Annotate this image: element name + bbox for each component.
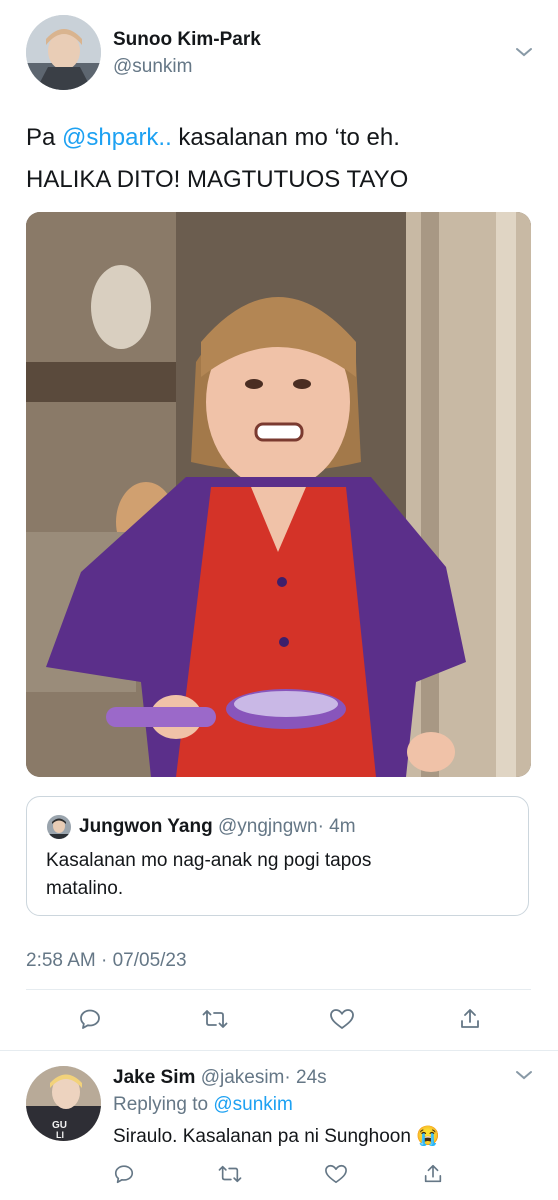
- mention-link[interactable]: @shpark..: [62, 124, 172, 151]
- tweet-text-line-2: HALIKA DITO! MAGTUTUOS TAYO: [26, 166, 409, 193]
- reply-retweet-button[interactable]: [214, 1158, 246, 1190]
- reply-author-name[interactable]: Jake Sim: [113, 1067, 195, 1088]
- author-name[interactable]: Sunoo Kim-Park: [113, 29, 261, 51]
- reply-author-line: Jake Sim @jakesim· 24s: [113, 1067, 327, 1089]
- reply-like-button[interactable]: [320, 1158, 352, 1190]
- reply-icon: [78, 1007, 102, 1031]
- svg-text:LI: LI: [56, 1130, 64, 1140]
- heart-icon: [329, 1007, 355, 1031]
- reply-time: · 24s: [284, 1067, 327, 1088]
- quoted-text: Kasalanan mo nag-anak ng pogi tapos mata…: [46, 847, 516, 903]
- reply-reply-button[interactable]: [108, 1158, 140, 1190]
- crying-emoji: 😭: [416, 1126, 440, 1147]
- quoted-author-name[interactable]: Jungwon Yang: [79, 816, 213, 837]
- author-handle[interactable]: @sunkim: [113, 56, 192, 78]
- reply-text-body: Siraulo. Kasalanan pa ni Sunghoon: [113, 1126, 411, 1147]
- quoted-text-line-1: Kasalanan mo nag-anak ng pogi tapos: [46, 850, 372, 871]
- share-icon: [422, 1163, 444, 1185]
- quoted-author-handle[interactable]: @yngjngwn: [218, 816, 318, 837]
- tweet-text: Pa @shpark.. kasalanan mo ‘to eh. HALIKA…: [26, 117, 536, 201]
- reply-chevron-down-icon[interactable]: [514, 1068, 534, 1082]
- chevron-down-icon[interactable]: [514, 45, 534, 59]
- replying-to-label: Replying to: [113, 1094, 209, 1115]
- reply-button[interactable]: [74, 1003, 106, 1035]
- quoted-author-line: Jungwon Yang @yngjngwn· 4m: [79, 816, 356, 838]
- tweet-timestamp[interactable]: 2:58 AM · 07/05/23: [26, 950, 187, 972]
- share-button[interactable]: [454, 1003, 486, 1035]
- reply-share-button[interactable]: [417, 1158, 449, 1190]
- replying-to-link[interactable]: @sunkim: [213, 1094, 292, 1115]
- retweet-button[interactable]: [199, 1003, 231, 1035]
- share-icon: [458, 1007, 482, 1031]
- tweet-media-image[interactable]: [26, 212, 531, 777]
- quoted-text-line-2: matalino.: [46, 878, 124, 899]
- retweet-icon: [218, 1163, 242, 1185]
- tweet-text-prefix: Pa: [26, 124, 63, 151]
- reply-text: Siraulo. Kasalanan pa ni Sunghoon 😭: [113, 1125, 440, 1149]
- reply-author-handle[interactable]: @jakesim: [201, 1067, 285, 1088]
- reply-author-avatar[interactable]: GU LI: [26, 1066, 101, 1141]
- quoted-author-avatar[interactable]: [47, 815, 71, 839]
- heart-icon: [324, 1163, 348, 1185]
- like-button[interactable]: [326, 1003, 358, 1035]
- quoted-tweet-card[interactable]: Jungwon Yang @yngjngwn· 4m Kasalanan mo …: [26, 796, 529, 916]
- quoted-time: · 4m: [317, 816, 356, 837]
- author-avatar[interactable]: [26, 15, 101, 90]
- divider: [26, 989, 531, 990]
- reply-icon: [113, 1163, 135, 1185]
- section-divider: [0, 1050, 558, 1051]
- retweet-icon: [202, 1007, 228, 1031]
- tweet-text-rest: kasalanan mo ‘to eh.: [171, 124, 400, 151]
- replying-to-line: Replying to @sunkim: [113, 1094, 293, 1116]
- tweet-text-line-1: Pa @shpark.. kasalanan mo ‘to eh.: [26, 117, 536, 159]
